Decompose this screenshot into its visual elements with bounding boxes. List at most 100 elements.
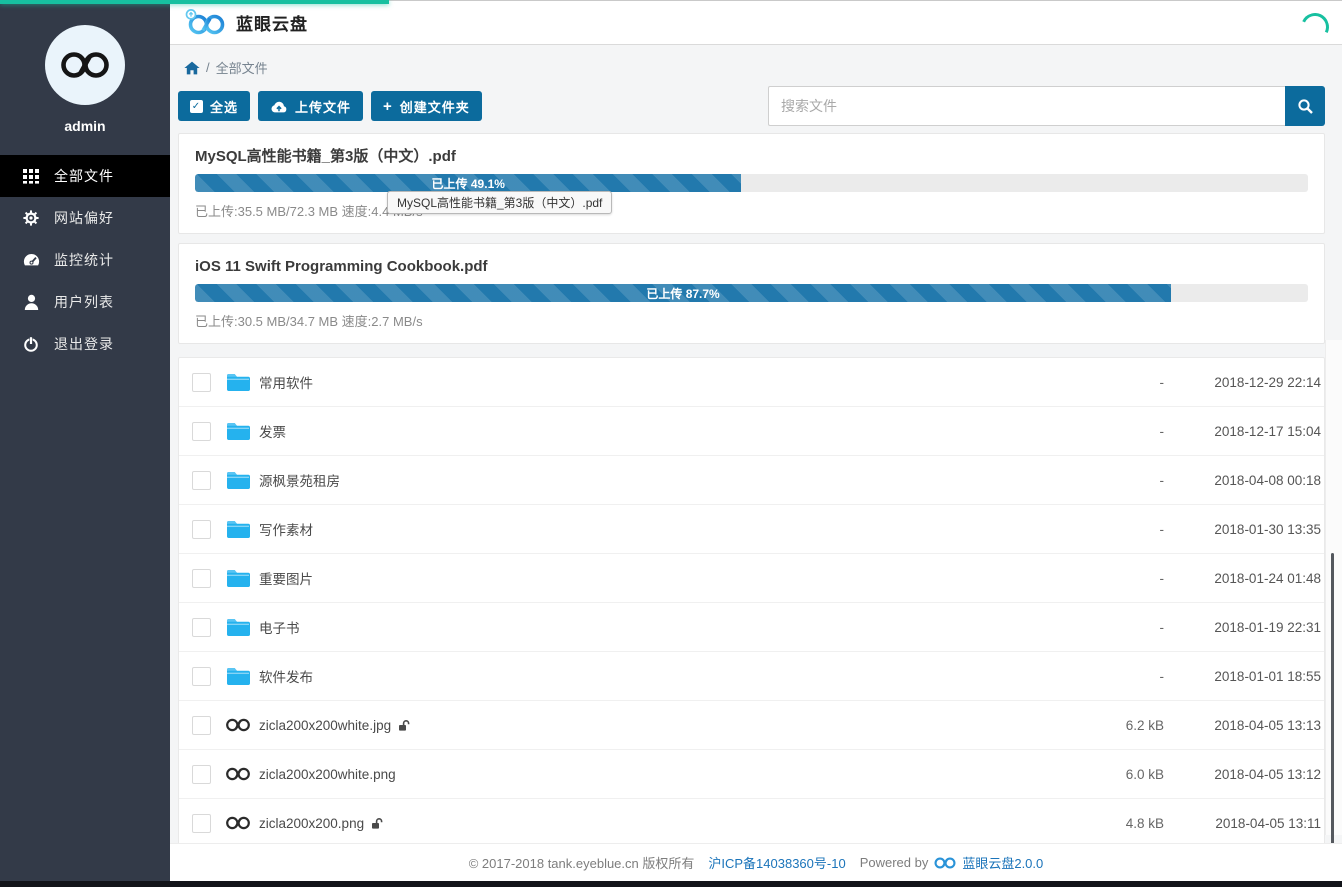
file-date: 2018-04-05 13:13 — [1164, 718, 1324, 733]
app-logo-icon — [184, 9, 226, 36]
upload-progress-label: 已上传 49.1% — [432, 175, 505, 192]
file-row[interactable]: zicla200x200white.jpg 6.2 kB 2018-04-05 … — [179, 700, 1324, 749]
select-all-label: 全选 — [210, 97, 238, 116]
version-link[interactable]: 蓝眼云盘2.0.0 — [962, 853, 1043, 872]
upload-progress-fill: 已上传 87.7% — [195, 284, 1171, 302]
row-checkbox[interactable] — [192, 520, 211, 539]
gear-icon — [23, 210, 39, 226]
file-size: 4.8 kB — [1074, 816, 1164, 831]
file-name[interactable]: zicla200x200white.png — [259, 767, 396, 782]
search-button[interactable] — [1285, 86, 1325, 126]
file-name[interactable]: 电子书 — [259, 617, 300, 637]
unlock-icon — [398, 719, 411, 732]
file-row[interactable]: 常用软件 - 2018-12-29 22:14 — [179, 358, 1324, 406]
avatar — [45, 25, 125, 105]
file-name[interactable]: 常用软件 — [259, 372, 313, 392]
file-row[interactable]: zicla200x200white.png 6.0 kB 2018-04-05 … — [179, 749, 1324, 798]
create-folder-button[interactable]: + 创建文件夹 — [371, 91, 482, 121]
file-name[interactable]: zicla200x200white.jpg — [259, 718, 391, 733]
brand-home-link[interactable]: 蓝眼云盘 — [184, 9, 308, 36]
row-checkbox[interactable] — [192, 422, 211, 441]
main-content: / 全部文件 ✓ 全选 上传文件 + 创建文件夹 — [170, 44, 1342, 881]
file-date: 2018-01-19 22:31 — [1164, 620, 1324, 635]
file-name[interactable]: 重要图片 — [259, 568, 313, 588]
file-size: - — [1074, 669, 1164, 684]
unlock-icon — [371, 817, 384, 830]
icp-link[interactable]: 沪ICP备14038360号-10 — [708, 853, 845, 872]
file-name[interactable]: 写作素材 — [259, 519, 313, 539]
row-checkbox[interactable] — [192, 716, 211, 735]
search-input[interactable] — [768, 86, 1285, 126]
file-date: 2018-01-24 01:48 — [1164, 571, 1324, 586]
file-logo-icon — [225, 766, 251, 782]
toolbar: ✓ 全选 上传文件 + 创建文件夹 — [178, 86, 1325, 126]
username-label: admin — [0, 118, 170, 134]
file-row[interactable]: zicla200x200.png 4.8 kB 2018-04-05 13:11 — [179, 798, 1324, 847]
upload-card: MySQL高性能书籍_第3版（中文）.pdf 已上传 49.1% 已上传:35.… — [178, 133, 1325, 234]
file-size: - — [1074, 375, 1164, 390]
file-date: 2018-04-08 00:18 — [1164, 473, 1324, 488]
file-name[interactable]: zicla200x200.png — [259, 816, 364, 831]
file-size: - — [1074, 571, 1164, 586]
file-row[interactable]: 发票 - 2018-12-17 15:04 — [179, 406, 1324, 455]
plus-icon: + — [383, 99, 393, 114]
folder-icon — [225, 667, 251, 686]
sidebar-item[interactable]: 用户列表 — [0, 281, 170, 323]
row-checkbox[interactable] — [192, 814, 211, 833]
file-row[interactable]: 写作素材 - 2018-01-30 13:35 — [179, 504, 1324, 553]
upload-file-name: iOS 11 Swift Programming Cookbook.pdf — [195, 257, 1308, 277]
search-icon — [1297, 98, 1314, 115]
file-logo-icon — [225, 717, 251, 733]
file-row[interactable]: 源枫景苑租房 - 2018-04-08 00:18 — [179, 455, 1324, 504]
breadcrumb: / 全部文件 — [178, 44, 1325, 77]
file-date: 2018-01-01 18:55 — [1164, 669, 1324, 684]
folder-icon — [225, 569, 251, 588]
folder-icon — [225, 373, 251, 392]
home-icon[interactable] — [184, 61, 200, 75]
file-date: 2018-04-05 13:12 — [1164, 767, 1324, 782]
file-row[interactable]: 软件发布 - 2018-01-01 18:55 — [179, 651, 1324, 700]
sidebar-item-label: 退出登录 — [54, 334, 114, 354]
file-row[interactable]: 重要图片 - 2018-01-24 01:48 — [179, 553, 1324, 602]
row-checkbox[interactable] — [192, 618, 211, 637]
sidebar: admin — [0, 0, 170, 881]
breadcrumb-current: 全部文件 — [216, 58, 268, 77]
row-checkbox[interactable] — [192, 373, 211, 392]
upload-stats: 已上传:30.5 MB/34.7 MB 速度:2.7 MB/s — [195, 311, 1308, 330]
sidebar-item-label: 监控统计 — [54, 250, 114, 270]
header: 蓝眼云盘 — [170, 1, 1342, 45]
row-checkbox[interactable] — [192, 765, 211, 784]
file-name[interactable]: 发票 — [259, 421, 286, 441]
page-loading-bar — [0, 0, 389, 4]
file-name[interactable]: 源枫景苑租房 — [259, 470, 340, 490]
footer: © 2017-2018 tank.eyeblue.cn 版权所有 沪ICP备14… — [170, 843, 1342, 881]
app-title: 蓝眼云盘 — [236, 10, 308, 35]
sidebar-item[interactable]: 全部文件 — [0, 155, 170, 197]
infinity-logo-icon — [59, 49, 111, 81]
upload-file-name: MySQL高性能书籍_第3版（中文）.pdf — [195, 147, 1308, 167]
file-date: 2018-12-17 15:04 — [1164, 424, 1324, 439]
sidebar-item[interactable]: 监控统计 — [0, 239, 170, 281]
sidebar-item[interactable]: 网站偏好 — [0, 197, 170, 239]
select-all-button[interactable]: ✓ 全选 — [178, 91, 250, 121]
row-checkbox[interactable] — [192, 471, 211, 490]
scrollbar-thumb[interactable] — [1331, 553, 1334, 875]
upload-file-button[interactable]: 上传文件 — [258, 91, 363, 121]
sidebar-item-label: 用户列表 — [54, 292, 114, 312]
folder-icon — [225, 422, 251, 441]
file-size: - — [1074, 522, 1164, 537]
search-bar — [768, 86, 1325, 126]
row-checkbox[interactable] — [192, 569, 211, 588]
file-date: 2018-12-29 22:14 — [1164, 375, 1324, 390]
cloud-upload-icon — [270, 100, 288, 113]
folder-icon — [225, 520, 251, 539]
file-name[interactable]: 软件发布 — [259, 666, 313, 686]
gauge-icon — [23, 253, 40, 267]
sidebar-item[interactable]: 退出登录 — [0, 323, 170, 365]
create-folder-label: 创建文件夹 — [400, 97, 470, 116]
file-row[interactable]: 电子书 - 2018-01-19 22:31 — [179, 602, 1324, 651]
sidebar-item-label: 网站偏好 — [54, 208, 114, 228]
folder-icon — [225, 471, 251, 490]
row-checkbox[interactable] — [192, 667, 211, 686]
upload-card: iOS 11 Swift Programming Cookbook.pdf 已上… — [178, 243, 1325, 344]
